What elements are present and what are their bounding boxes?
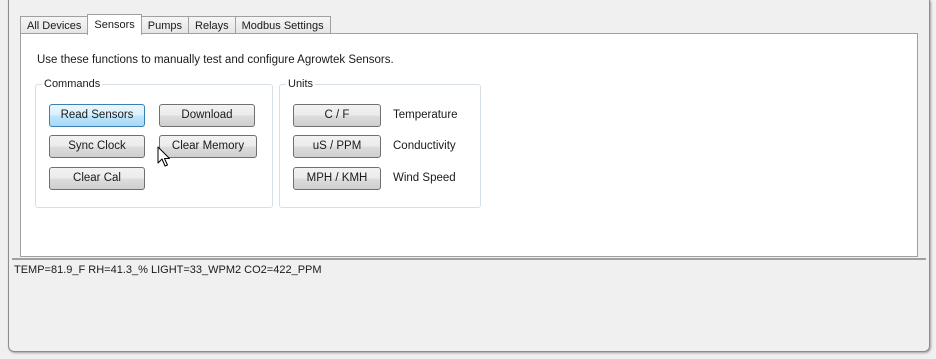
- wind-speed-unit-label: Wind Speed: [393, 172, 456, 184]
- tab-relays[interactable]: Relays: [188, 16, 236, 34]
- temperature-unit-button[interactable]: C / F: [293, 104, 381, 127]
- tab-sensors[interactable]: Sensors: [87, 14, 142, 35]
- wind-speed-unit-button[interactable]: MPH / KMH: [293, 167, 381, 190]
- tab-strip: All Devices Sensors Pumps Relays Modbus …: [20, 14, 331, 35]
- clear-memory-button[interactable]: Clear Memory: [159, 135, 257, 158]
- sensors-tab-panel: Use these functions to manually test and…: [20, 33, 918, 257]
- temperature-unit-label: Temperature: [393, 109, 458, 121]
- output-log-area[interactable]: TEMP=81.9_F RH=41.3_% LIGHT=33_WPM2 CO2=…: [12, 258, 926, 348]
- tab-modbus-settings[interactable]: Modbus Settings: [234, 16, 331, 34]
- sensor-readings-text: TEMP=81.9_F RH=41.3_% LIGHT=33_WPM2 CO2=…: [14, 264, 322, 276]
- tab-all-devices[interactable]: All Devices: [20, 16, 89, 34]
- mouse-pointer-icon: [157, 146, 170, 167]
- tab-pumps[interactable]: Pumps: [140, 16, 190, 34]
- units-group-title: Units: [288, 78, 314, 90]
- conductivity-unit-button[interactable]: uS / PPM: [293, 135, 381, 158]
- sync-clock-button[interactable]: Sync Clock: [49, 135, 145, 158]
- download-button[interactable]: Download: [159, 104, 255, 127]
- instructions-text: Use these functions to manually test and…: [37, 54, 394, 66]
- conductivity-unit-label: Conductivity: [393, 140, 456, 152]
- read-sensors-button[interactable]: Read Sensors: [49, 104, 145, 127]
- clear-cal-button[interactable]: Clear Cal: [49, 167, 145, 190]
- commands-group-title: Commands: [44, 78, 101, 90]
